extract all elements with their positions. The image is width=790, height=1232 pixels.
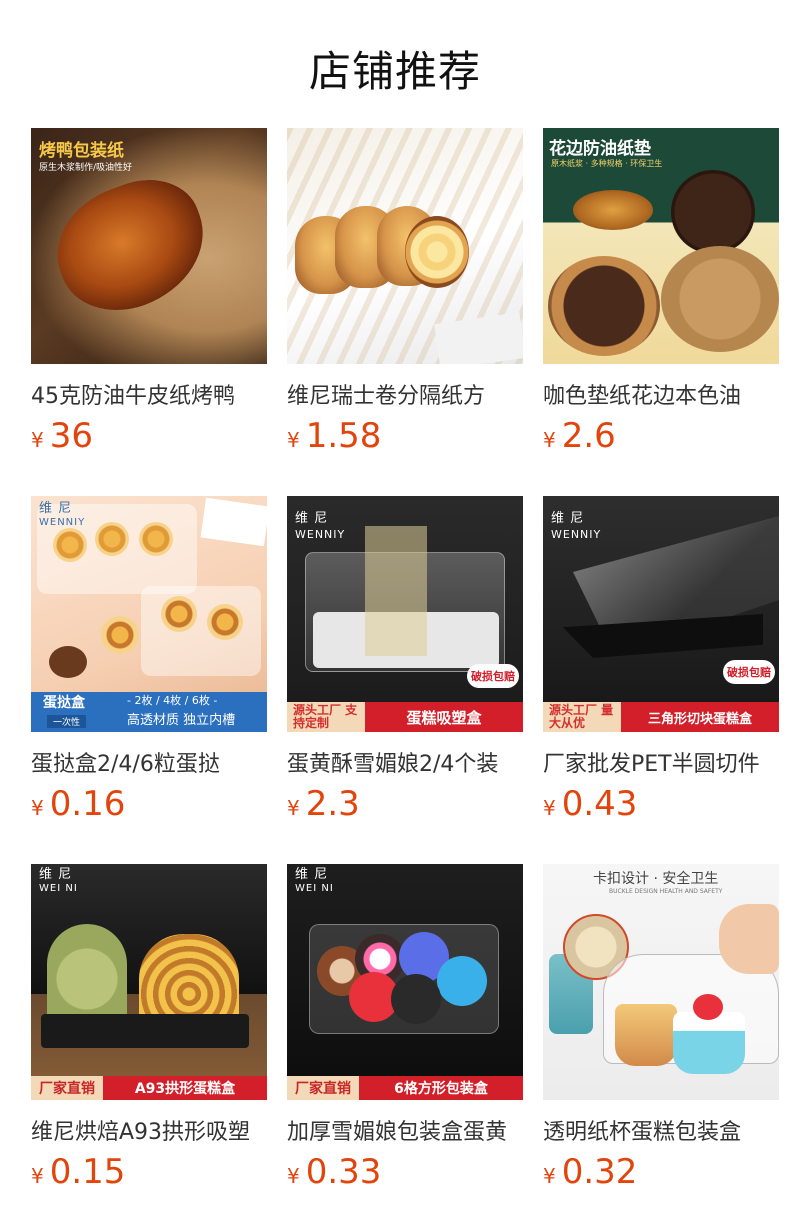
product-name[interactable]: 透明纸杯蛋糕包装盒 <box>543 1114 779 1146</box>
product-image[interactable] <box>287 128 523 364</box>
currency-symbol: ¥ <box>287 428 300 452</box>
product-price: ¥0.33 <box>287 1152 381 1192</box>
product-price: ¥2.6 <box>543 416 616 456</box>
currency-symbol: ¥ <box>543 796 556 820</box>
product-name[interactable]: 咖色垫纸花边本色油 <box>543 378 779 410</box>
product-name[interactable]: 厂家批发PET半圆切件 <box>543 746 779 778</box>
price-value: 0.15 <box>49 1152 126 1192</box>
product-image[interactable]: 烤鸭包装纸 原生木浆制作/吸油性好 <box>31 128 267 364</box>
image-subtitle: BUCKLE DESIGN HEALTH AND SAFETY <box>609 888 723 895</box>
promo-band: 厂家直销 A93拱形蛋糕盒 <box>31 1076 267 1100</box>
product-grid: 烤鸭包装纸 原生木浆制作/吸油性好 45克防油牛皮纸烤鸭 ¥36 维尼瑞士卷分隔… <box>31 128 779 1232</box>
product-card-7[interactable]: 维 尼 WEI NI 厂家直销 A93拱形蛋糕盒 维尼烘焙A93拱形吸塑 ¥0.… <box>31 864 267 1232</box>
product-price: ¥2.3 <box>287 784 360 824</box>
product-price: ¥0.15 <box>31 1152 125 1192</box>
promo-right: 蛋糕吸塑盒 <box>365 702 523 732</box>
promo-right: 6格方形包装盒 <box>359 1076 523 1100</box>
image-title: 卡扣设计 · 安全卫生 <box>593 871 719 887</box>
guarantee-badge: 破损包赔 <box>467 664 519 688</box>
currency-symbol: ¥ <box>31 796 44 820</box>
currency-symbol: ¥ <box>31 428 44 452</box>
brand-en: WENNIY <box>39 517 86 528</box>
product-image[interactable]: 维 尼 WENNIY 蛋挞盒 一次性 - 2枚 / 4枚 / 6枚 - 高透材质… <box>31 496 267 732</box>
currency-symbol: ¥ <box>543 428 556 452</box>
guarantee-badge: 破损包赔 <box>723 660 775 684</box>
promo-band: 源头工厂 支持定制 蛋糕吸塑盒 <box>287 702 523 732</box>
image-subtitle: 原木纸浆 · 多种规格 · 环保卫生 <box>551 159 663 168</box>
product-price: ¥0.43 <box>543 784 637 824</box>
product-card-3[interactable]: 花边防油纸垫 原木纸浆 · 多种规格 · 环保卫生 咖色垫纸花边本色油 ¥2.6 <box>543 128 779 496</box>
currency-symbol: ¥ <box>287 1164 300 1188</box>
price-value: 2.3 <box>305 784 360 824</box>
promo-right: 三角形切块蛋糕盒 <box>621 702 779 732</box>
product-price: ¥0.16 <box>31 784 125 824</box>
product-price: ¥1.58 <box>287 416 381 456</box>
image-title: 烤鸭包装纸 <box>39 141 124 161</box>
brand-en: WENNIY <box>295 528 346 541</box>
promo-left: 源头工厂 量大从优 <box>543 702 621 732</box>
product-name[interactable]: 蛋黄酥雪媚娘2/4个装 <box>287 746 523 778</box>
product-card-8[interactable]: 维 尼 WEI NI 厂家直销 6格方形包装盒 加厚雪媚娘包装盒蛋黄 ¥0.33 <box>287 864 523 1232</box>
product-image[interactable]: 花边防油纸垫 原木纸浆 · 多种规格 · 环保卫生 <box>543 128 779 364</box>
product-name[interactable]: 维尼瑞士卷分隔纸方 <box>287 378 523 410</box>
price-value: 1.58 <box>305 416 382 456</box>
store-recommend-page: 店铺推荐 烤鸭包装纸 原生木浆制作/吸油性好 45克防油牛皮纸烤鸭 ¥36 维尼… <box>0 0 790 1232</box>
product-price: ¥0.32 <box>543 1152 637 1192</box>
product-price: ¥36 <box>31 416 93 456</box>
currency-symbol: ¥ <box>31 1164 44 1188</box>
product-image[interactable]: 维 尼 WEI NI 厂家直销 6格方形包装盒 <box>287 864 523 1100</box>
currency-symbol: ¥ <box>543 1164 556 1188</box>
image-subtitle: 原生木浆制作/吸油性好 <box>39 163 133 173</box>
product-image[interactable]: 维 尼 WENNIY 破损包赔 源头工厂 量大从优 三角形切块蛋糕盒 <box>543 496 779 732</box>
product-image[interactable]: 维 尼 WENNIY 破损包赔 源头工厂 支持定制 蛋糕吸塑盒 <box>287 496 523 732</box>
product-card-1[interactable]: 烤鸭包装纸 原生木浆制作/吸油性好 45克防油牛皮纸烤鸭 ¥36 <box>31 128 267 496</box>
size-options: - 2枚 / 4枚 / 6枚 - <box>127 694 218 707</box>
product-image[interactable]: 卡扣设计 · 安全卫生 BUCKLE DESIGN HEALTH AND SAF… <box>543 864 779 1100</box>
product-type-sublabel: 一次性 <box>47 715 87 728</box>
price-value: 0.33 <box>305 1152 382 1192</box>
brand-en: WEI NI <box>39 883 78 894</box>
product-image[interactable]: 维 尼 WEI NI 厂家直销 A93拱形蛋糕盒 <box>31 864 267 1100</box>
product-name[interactable]: 45克防油牛皮纸烤鸭 <box>31 378 267 410</box>
promo-left: 厂家直销 <box>31 1076 103 1100</box>
price-value: 0.16 <box>49 784 126 824</box>
product-card-4[interactable]: 维 尼 WENNIY 蛋挞盒 一次性 - 2枚 / 4枚 / 6枚 - 高透材质… <box>31 496 267 864</box>
feature-text: 高透材质 独立内槽 <box>127 713 236 728</box>
image-title: 花边防油纸垫 <box>549 139 651 159</box>
product-type-label: 蛋挞盒 <box>43 695 85 711</box>
currency-symbol: ¥ <box>287 796 300 820</box>
product-name[interactable]: 蛋挞盒2/4/6粒蛋挞 <box>31 746 267 778</box>
product-name[interactable]: 维尼烘焙A93拱形吸塑 <box>31 1114 267 1146</box>
promo-band: 源头工厂 量大从优 三角形切块蛋糕盒 <box>543 702 779 732</box>
price-value: 2.6 <box>561 416 616 456</box>
promo-left: 源头工厂 支持定制 <box>287 702 365 732</box>
product-card-5[interactable]: 维 尼 WENNIY 破损包赔 源头工厂 支持定制 蛋糕吸塑盒 蛋黄酥雪媚娘2/… <box>287 496 523 864</box>
price-value: 0.43 <box>561 784 638 824</box>
price-value: 0.32 <box>561 1152 638 1192</box>
promo-band: 厂家直销 6格方形包装盒 <box>287 1076 523 1100</box>
brand-en: WENNIY <box>551 528 602 541</box>
product-card-6[interactable]: 维 尼 WENNIY 破损包赔 源头工厂 量大从优 三角形切块蛋糕盒 厂家批发P… <box>543 496 779 864</box>
product-name[interactable]: 加厚雪媚娘包装盒蛋黄 <box>287 1114 523 1146</box>
product-card-9[interactable]: 卡扣设计 · 安全卫生 BUCKLE DESIGN HEALTH AND SAF… <box>543 864 779 1232</box>
page-title: 店铺推荐 <box>308 47 481 96</box>
brand-cn: 维 尼 <box>295 511 329 526</box>
promo-left: 厂家直销 <box>287 1076 359 1100</box>
product-card-2[interactable]: 维尼瑞士卷分隔纸方 ¥1.58 <box>287 128 523 496</box>
brand-cn: 维 尼 <box>551 511 585 526</box>
promo-right: A93拱形蛋糕盒 <box>103 1076 267 1100</box>
price-value: 36 <box>49 416 93 456</box>
brand-en: WEI NI <box>295 883 334 894</box>
